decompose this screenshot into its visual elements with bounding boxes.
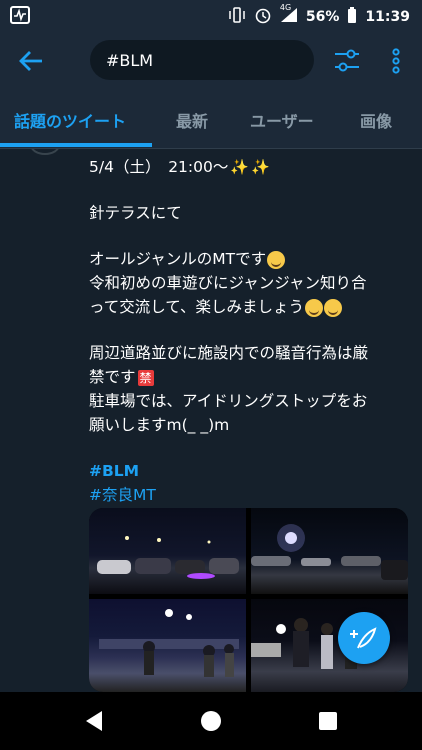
tweet-line: 禁です禁 [89, 368, 154, 386]
tweet-line: オールジャンルのMTです [89, 247, 415, 271]
tweet-line: 駐車場では、アイドリングストップをお [89, 392, 368, 410]
battery-icon [347, 7, 357, 27]
photo-1[interactable] [89, 508, 246, 594]
compose-tweet-button[interactable] [338, 612, 390, 664]
search-box[interactable] [90, 40, 314, 80]
tab-images[interactable]: 画像 [360, 92, 392, 148]
back-button[interactable] [18, 48, 48, 74]
active-tab-indicator [0, 143, 152, 147]
avatar [30, 149, 60, 155]
grinning-face-icon [267, 250, 286, 269]
system-nav-bar [0, 692, 422, 750]
top-bar [0, 30, 422, 92]
clock: 11:39 [365, 9, 410, 25]
filter-button[interactable] [332, 46, 362, 76]
tab-users[interactable]: ユーザー [250, 92, 314, 148]
photo-grid [89, 508, 408, 692]
tweet-line: って交流して、楽しみましょう [89, 295, 415, 319]
tweet-line: 針テラスにて [89, 204, 182, 222]
battery-percent: 56% [305, 9, 340, 25]
more-options-button[interactable] [388, 46, 404, 76]
laughing-face-icon [324, 298, 342, 317]
sparkles-icon: ✨ [230, 158, 250, 176]
compose-feather-icon [350, 627, 377, 649]
photo-3[interactable] [89, 599, 246, 692]
nav-back-button[interactable] [84, 710, 104, 736]
tweet-line: 令和初めの車遊びにジャンジャン知り合 [89, 274, 367, 292]
timeline[interactable]: 5/4（土） 21:00〜 ✨ ✨ 針テラスにて オールジャンルのMTです 令和初め… [0, 149, 422, 692]
signal-icon: 4G [280, 3, 298, 27]
status-bar: 4G 56% 11:39 [0, 0, 422, 30]
tweet-line: 周辺道路並びに施設内での騒音行為は厳 [89, 344, 369, 362]
search-input[interactable] [104, 49, 308, 71]
sparkles-icon: ✨ [251, 158, 270, 176]
circle-home-icon[interactable] [201, 711, 221, 731]
tab-latest[interactable]: 最新 [176, 92, 208, 148]
filter-sliders-icon [335, 49, 359, 72]
triangle-back-icon [86, 711, 102, 731]
hashtag-link[interactable]: #BLM [89, 459, 415, 483]
activity-icon [10, 6, 30, 28]
tab-top-tweets[interactable]: 話題のツイート [14, 92, 126, 148]
square-recents-icon[interactable] [319, 712, 337, 730]
hashtag-link[interactable]: #奈良MT [89, 483, 415, 507]
more-vertical-icon [392, 48, 400, 74]
tweet-line: 願いしますm(_ _)m [89, 416, 230, 434]
network-type: 4G [279, 3, 292, 12]
arrow-left-icon [19, 51, 42, 71]
tweet-text: 5/4（土） 21:00〜 ✨ ✨ 針テラスにて オールジャンルのMTです 令和初め… [89, 155, 415, 507]
prohibited-icon: 禁 [137, 369, 154, 386]
vibrate-icon [228, 7, 246, 27]
tweet-line: 5/4（土） 21:00〜 ✨ ✨ [89, 158, 270, 176]
search-tabs: 話題のツイート 最新 ユーザー 画像 [0, 92, 422, 149]
photo-2[interactable] [251, 508, 408, 594]
alarm-icon [254, 6, 272, 28]
laughing-face-icon [305, 298, 323, 317]
